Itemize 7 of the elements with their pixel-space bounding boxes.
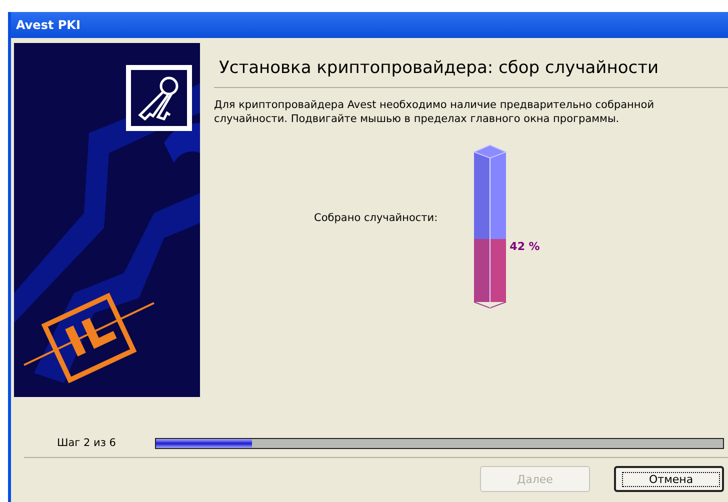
step-label: Шаг 2 из 6 (57, 437, 117, 449)
window-title: Avest PKI (16, 18, 80, 32)
percent-reading: 42 % (510, 240, 540, 253)
page-heading: Установка криптопровайдера: сбор случайности (219, 58, 660, 78)
gauge-label: Собрано случайности: (314, 212, 438, 224)
description-text: Для криптопровайдера Avest необходимо наличие предварительно собранной случайности. Подвигайте мышью в пределах главного окна программы. (214, 98, 656, 126)
cancel-button[interactable]: Отмена (614, 466, 724, 492)
